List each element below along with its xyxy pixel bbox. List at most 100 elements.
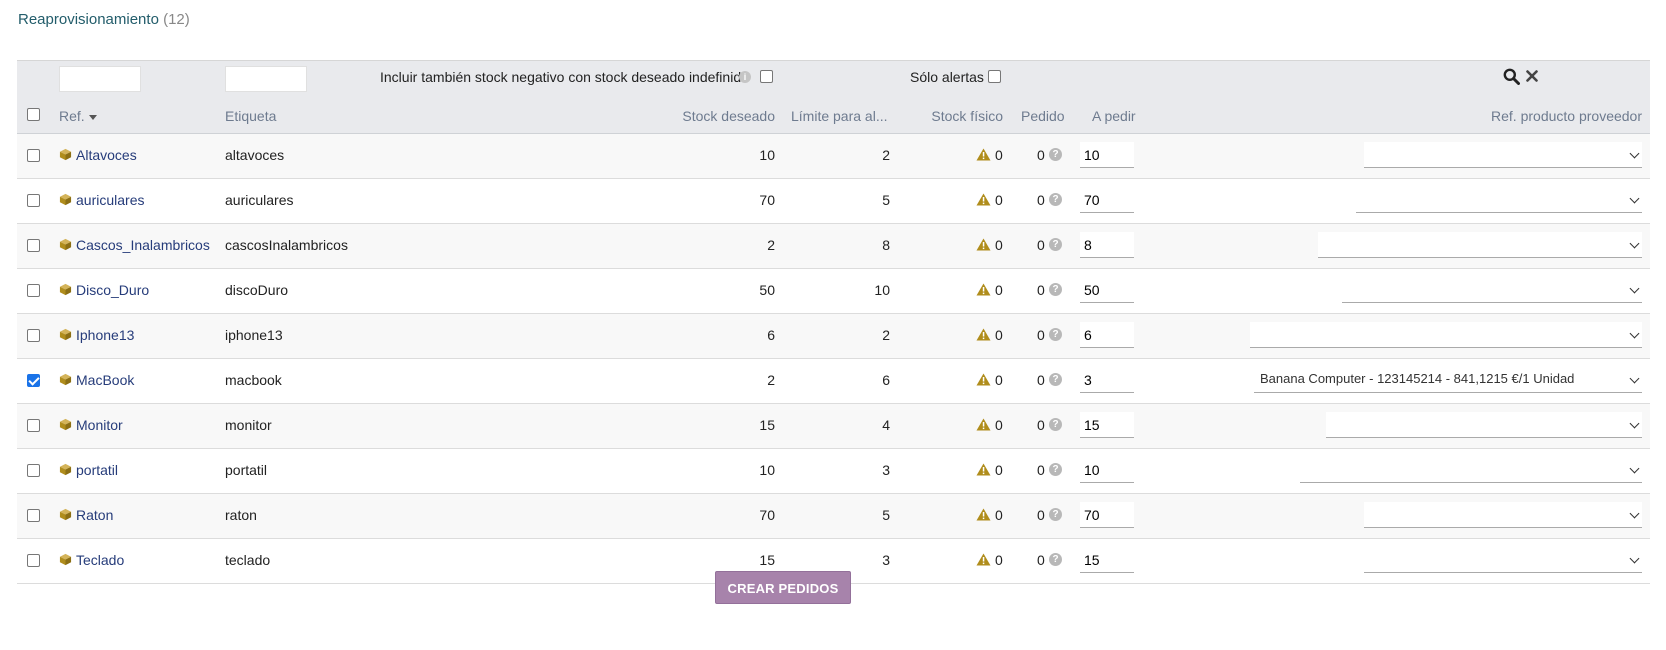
alert-limit-value: 6 <box>882 372 890 388</box>
supplier-select[interactable] <box>1250 322 1642 348</box>
product-label: altavoces <box>225 147 285 163</box>
alert-limit-value: 5 <box>882 192 890 208</box>
product-ref-link[interactable]: auriculares <box>76 192 144 208</box>
column-header-alert-limit[interactable]: Límite para al... <box>791 108 888 124</box>
desired-stock-value: 10 <box>759 147 775 163</box>
table-row: Altavoces altavoces 10 2 0 0 ? <box>17 134 1650 179</box>
warning-icon <box>976 463 991 476</box>
row-checkbox[interactable] <box>27 464 40 477</box>
table-row: Cascos_Inalambricos cascosInalambricos 2… <box>17 224 1650 269</box>
product-ref-link[interactable]: portatil <box>76 462 118 478</box>
alert-limit-value: 3 <box>882 552 890 568</box>
to-order-input[interactable] <box>1080 502 1134 528</box>
supplier-select[interactable] <box>1300 457 1642 483</box>
desired-stock-value: 6 <box>767 327 775 343</box>
chevron-down-icon <box>1629 328 1640 339</box>
to-order-input[interactable] <box>1080 277 1134 303</box>
close-icon[interactable] <box>1526 70 1538 82</box>
column-header-physical-stock[interactable]: Stock físico <box>931 108 1003 124</box>
physical-stock-value: 0 <box>995 507 1003 523</box>
question-icon: ? <box>1049 238 1062 251</box>
ordered-value: 0 <box>1037 552 1045 568</box>
include-negative-label: Incluir también stock negativo con stock… <box>380 69 749 85</box>
warning-icon <box>976 553 991 566</box>
replenishment-table: Incluir también stock negativo con stock… <box>17 60 1650 584</box>
column-header-supplier-ref: Ref. producto proveedor <box>1491 108 1642 124</box>
table-row: Monitor monitor 15 4 0 0 ? <box>17 404 1650 449</box>
filter-row: Incluir también stock negativo con stock… <box>17 60 1650 96</box>
box-icon <box>59 148 72 161</box>
question-icon: ? <box>1049 193 1062 206</box>
column-header-ref[interactable]: Ref. <box>59 108 97 124</box>
product-label: iphone13 <box>225 327 283 343</box>
to-order-input[interactable] <box>1080 232 1134 258</box>
desired-stock-value: 2 <box>767 237 775 253</box>
supplier-select[interactable] <box>1342 277 1642 303</box>
question-icon: ? <box>1049 148 1062 161</box>
ordered-value: 0 <box>1037 417 1045 433</box>
product-ref-link[interactable]: Cascos_Inalambricos <box>76 237 210 253</box>
ordered-value: 0 <box>1037 462 1045 478</box>
product-ref-link[interactable]: Raton <box>76 507 113 523</box>
physical-stock-value: 0 <box>995 417 1003 433</box>
to-order-input[interactable] <box>1080 322 1134 348</box>
product-label: monitor <box>225 417 272 433</box>
supplier-select[interactable] <box>1356 187 1642 213</box>
row-checkbox[interactable] <box>27 509 40 522</box>
product-ref-link[interactable]: Disco_Duro <box>76 282 149 298</box>
desired-stock-value: 15 <box>759 552 775 568</box>
question-icon: ? <box>1049 328 1062 341</box>
row-checkbox[interactable] <box>27 329 40 342</box>
ordered-value: 0 <box>1037 192 1045 208</box>
label-filter-input[interactable] <box>225 66 307 92</box>
product-ref-link[interactable]: Teclado <box>76 552 124 568</box>
ref-filter-input[interactable] <box>59 66 141 92</box>
to-order-input[interactable] <box>1080 367 1134 393</box>
product-ref-link[interactable]: Altavoces <box>76 147 137 163</box>
warning-icon <box>976 328 991 341</box>
only-alerts-label: Sólo alertas <box>910 69 984 85</box>
supplier-select[interactable] <box>1364 502 1642 528</box>
row-checkbox[interactable] <box>27 284 40 297</box>
supplier-select[interactable] <box>1364 547 1642 573</box>
box-icon <box>59 553 72 566</box>
create-orders-button[interactable]: CREAR PEDIDOS <box>715 571 851 604</box>
supplier-select[interactable] <box>1318 232 1642 258</box>
physical-stock-value: 0 <box>995 462 1003 478</box>
chevron-down-icon <box>1629 463 1640 474</box>
column-header-ref-label: Ref. <box>59 108 85 124</box>
product-ref-link[interactable]: MacBook <box>76 372 134 388</box>
alert-limit-value: 2 <box>882 147 890 163</box>
table-row: Iphone13 iphone13 6 2 0 0 ? <box>17 314 1650 359</box>
supplier-select[interactable] <box>1364 142 1642 168</box>
physical-stock-value: 0 <box>995 147 1003 163</box>
sort-desc-icon <box>88 114 97 120</box>
row-checkbox[interactable] <box>27 149 40 162</box>
warning-icon <box>976 418 991 431</box>
product-ref-link[interactable]: Iphone13 <box>76 327 134 343</box>
to-order-input[interactable] <box>1080 142 1134 168</box>
column-header-desired-stock[interactable]: Stock deseado <box>682 108 775 124</box>
product-ref-link[interactable]: Monitor <box>76 417 123 433</box>
only-alerts-checkbox[interactable] <box>988 70 1001 83</box>
row-checkbox[interactable] <box>27 419 40 432</box>
to-order-input[interactable] <box>1080 187 1134 213</box>
row-checkbox[interactable] <box>27 239 40 252</box>
include-negative-checkbox[interactable] <box>760 70 773 83</box>
ordered-value: 0 <box>1037 237 1045 253</box>
row-checkbox[interactable] <box>27 554 40 567</box>
column-header-label[interactable]: Etiqueta <box>225 108 276 124</box>
row-checkbox[interactable] <box>27 374 40 387</box>
supplier-select[interactable]: Banana Computer - 123145214 - 841,1215 €… <box>1254 367 1642 393</box>
to-order-input[interactable] <box>1080 457 1134 483</box>
to-order-input[interactable] <box>1080 547 1134 573</box>
box-icon <box>59 238 72 251</box>
search-icon[interactable] <box>1503 68 1520 85</box>
desired-stock-value: 70 <box>759 507 775 523</box>
to-order-input[interactable] <box>1080 412 1134 438</box>
supplier-select[interactable] <box>1326 412 1642 438</box>
select-all-checkbox[interactable] <box>27 108 40 121</box>
row-checkbox[interactable] <box>27 194 40 207</box>
chevron-down-icon <box>1629 238 1640 249</box>
table-row: Raton raton 70 5 0 0 ? <box>17 494 1650 539</box>
